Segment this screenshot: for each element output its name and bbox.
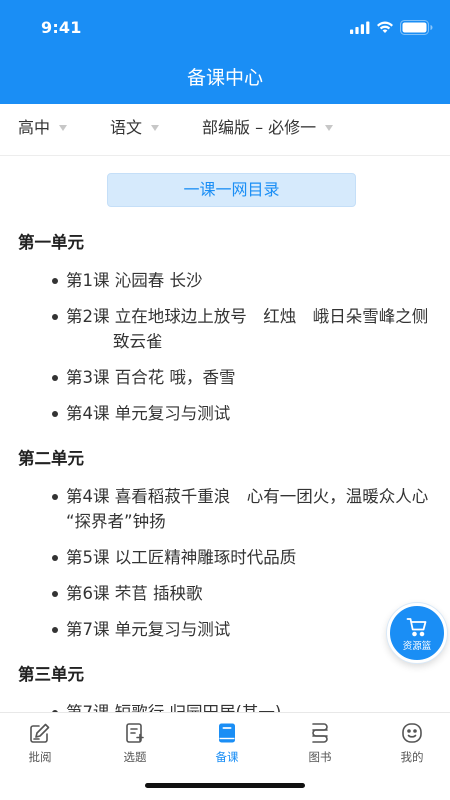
bullet-icon	[52, 590, 58, 597]
bullet-icon	[52, 493, 58, 500]
bullet-icon	[52, 374, 58, 381]
lesson-book-icon	[219, 723, 235, 743]
battery-icon	[400, 20, 433, 35]
tab-review-label: 批阅	[28, 750, 52, 764]
lesson-title: 第5课 以工匠精神雕琢时代品质	[66, 548, 297, 567]
lesson-list: 第一单元 第1课 沁园春 长沙 第2课 立在地球边上放号 红烛 峨日朵雪峰之侧 …	[0, 230, 450, 745]
unit-title: 第三单元	[18, 665, 84, 684]
bullet-icon	[52, 554, 58, 561]
tab-review[interactable]: 批阅	[2, 713, 78, 769]
lesson-title: 第3课 百合花 哦，香雪	[66, 368, 236, 387]
lesson-item[interactable]: 第4课 喜看稻菽千重浪 心有一团火，温暖众人心 “探界者”钟扬	[0, 484, 450, 534]
smiley-icon	[402, 723, 422, 743]
resource-basket-label: 资源篮	[402, 641, 432, 652]
bullet-icon	[52, 277, 58, 284]
lesson-item[interactable]: 第4课 单元复习与测试	[0, 401, 450, 426]
tab-books[interactable]: 图书	[282, 713, 358, 769]
lesson-item[interactable]: 第6课 芣苢 插秧歌	[0, 581, 450, 606]
bullet-icon	[52, 626, 58, 633]
filter-subject[interactable]: 语文	[110, 116, 160, 140]
filter-edition[interactable]: 部编版 – 必修一	[202, 116, 334, 140]
catalog-button[interactable]: 一课一网目录	[107, 173, 356, 207]
signal-icon	[350, 21, 370, 34]
tab-lesson-prep-label: 备课	[215, 750, 239, 764]
filter-stage[interactable]: 高中	[18, 116, 68, 140]
lesson-title: 第2课 立在地球边上放号 红烛 峨日朵雪峰之侧	[66, 307, 429, 326]
lesson-title: 第4课 喜看稻菽千重浪 心有一团火，温暖众人心	[66, 487, 429, 506]
lesson-title-continued: 致云雀	[113, 332, 163, 351]
tab-lesson-prep[interactable]: 备课	[189, 713, 265, 769]
unit-title: 第二单元	[18, 449, 84, 468]
lesson-title: 第1课 沁园春 长沙	[66, 271, 203, 290]
lesson-title: 第6课 芣苢 插秧歌	[66, 584, 203, 603]
filter-edition-label: 部编版 – 必修一	[202, 118, 317, 137]
lesson-item[interactable]: 第7课 单元复习与测试	[0, 617, 450, 642]
question-sheet-icon	[126, 723, 144, 743]
lesson-title: 第4课 单元复习与测试	[66, 404, 231, 423]
edit-paper-icon	[30, 723, 50, 743]
cart-icon	[406, 618, 427, 637]
filter-bar: 高中 语文 部编版 – 必修一	[0, 104, 450, 156]
top-bar: 9:41 备课中心	[0, 0, 450, 104]
page-title: 备课中心	[186, 67, 263, 89]
tab-mine[interactable]: 我的	[374, 713, 450, 769]
lesson-item[interactable]: 第1课 沁园春 长沙	[0, 268, 450, 293]
lesson-item[interactable]: 第5课 以工匠精神雕琢时代品质	[0, 545, 450, 570]
filter-stage-label: 高中	[18, 118, 51, 137]
lesson-item[interactable]: 第2课 立在地球边上放号 红烛 峨日朵雪峰之侧 致云雀	[0, 304, 450, 354]
unit-section: 第一单元 第1课 沁园春 长沙 第2课 立在地球边上放号 红烛 峨日朵雪峰之侧 …	[0, 230, 450, 426]
home-indicator[interactable]	[145, 783, 305, 788]
books-icon	[312, 723, 328, 743]
filter-subject-label: 语文	[110, 118, 143, 137]
resource-basket-button[interactable]: 资源篮	[387, 603, 447, 663]
unit-title: 第一单元	[18, 233, 84, 252]
bullet-icon	[52, 410, 58, 417]
bullet-icon	[52, 313, 58, 320]
wifi-icon	[377, 21, 393, 33]
chevron-down-icon	[151, 125, 160, 131]
tab-questions-label: 选题	[123, 750, 147, 764]
chevron-down-icon	[325, 125, 334, 131]
status-time: 9:41	[41, 18, 82, 37]
tab-mine-label: 我的	[400, 750, 424, 764]
lesson-item[interactable]: 第3课 百合花 哦，香雪	[0, 365, 450, 390]
tab-books-label: 图书	[308, 750, 332, 764]
tab-questions[interactable]: 选题	[97, 713, 173, 769]
unit-section: 第二单元 第4课 喜看稻菽千重浪 心有一团火，温暖众人心 “探界者”钟扬 第5课…	[0, 446, 450, 642]
chevron-down-icon	[59, 125, 68, 131]
lesson-title-continued: “探界者”钟扬	[66, 512, 166, 531]
